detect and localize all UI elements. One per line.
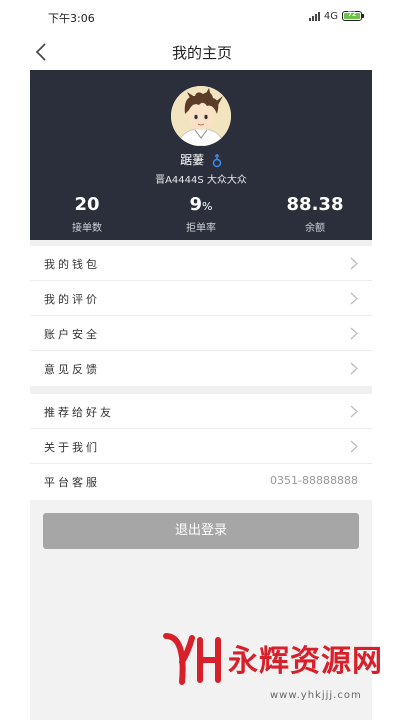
menu-item-about[interactable]: 关于我们: [30, 429, 372, 464]
watermark-logo: [163, 633, 221, 685]
menu-item-customer-service[interactable]: 平台客服 0351-88888888: [30, 464, 372, 499]
menu-item-feedback[interactable]: 意见反馈: [30, 351, 372, 386]
stats-row: 20 接单数 9% 拒单率 88.38 余额: [30, 194, 372, 234]
status-bar: 下午3:06 4G 72: [0, 0, 404, 34]
stat-value: 9%: [189, 194, 213, 215]
section-divider: [30, 386, 372, 394]
menu-item-label: 意见反馈: [44, 363, 100, 376]
menu-item-recommend[interactable]: 推荐给好友: [30, 394, 372, 429]
menu-item-label: 我的钱包: [44, 258, 100, 271]
nav-bar: 我的主页: [0, 34, 404, 70]
stat-balance[interactable]: 88.38 余额: [265, 194, 365, 234]
page-title: 我的主页: [171, 44, 232, 62]
network-type: 4G: [323, 10, 338, 22]
stat-reject-rate: 9% 拒单率: [151, 194, 251, 234]
stat-value: 20: [74, 194, 100, 215]
chevron-right-icon: [350, 362, 358, 375]
menu-item-security[interactable]: 账户安全: [30, 316, 372, 351]
avatar[interactable]: [171, 86, 231, 146]
menu-item-label: 平台客服: [44, 476, 100, 489]
menu-item-label: 我的评价: [44, 293, 100, 306]
avatar-illustration: [171, 86, 231, 146]
male-gender-icon: [212, 153, 222, 167]
signal-icon: [308, 11, 320, 21]
chevron-right-icon: [350, 292, 358, 305]
watermark-name: 永辉资源网: [228, 644, 383, 679]
battery-icon: 72: [342, 11, 364, 21]
battery-fill: 72: [344, 11, 360, 19]
logout-button[interactable]: 退出登录: [43, 513, 359, 549]
battery-level: 72: [347, 11, 357, 18]
chevron-right-icon: [350, 440, 358, 453]
stat-value: 88.38: [286, 194, 344, 215]
user-name-row: 踞萋: [30, 151, 372, 168]
watermark: 永辉资源网 www.yhkjjj.com: [162, 632, 382, 706]
chevron-right-icon: [350, 405, 358, 418]
watermark-url: www.yhkjjj.com: [270, 690, 362, 701]
menu-item-wallet[interactable]: 我的钱包: [30, 246, 372, 281]
chevron-right-icon: [350, 257, 358, 270]
menu-group-other: 推荐给好友 关于我们 平台客服 0351-88888888: [30, 394, 372, 499]
status-time: 下午3:06: [48, 12, 95, 25]
car-info: 晋A4444S 大众大众: [155, 175, 247, 186]
menu-item-label: 推荐给好友: [44, 406, 114, 419]
menu-item-label: 关于我们: [44, 441, 100, 454]
menu-group-account: 我的钱包 我的评价 账户安全 意见反馈: [30, 246, 372, 386]
stat-label: 接单数: [72, 223, 102, 234]
user-name: 踞萋: [180, 153, 205, 167]
profile-header: 踞萋 晋A4444S 大众大众 20 接单数 9% 拒单率 88.38 余额: [30, 70, 372, 240]
stat-label: 拒单率: [186, 223, 216, 234]
service-phone: 0351-88888888: [270, 474, 358, 487]
menu-item-label: 账户安全: [44, 328, 100, 341]
status-indicators: 4G 72: [308, 9, 364, 23]
stat-orders: 20 接单数: [37, 194, 137, 234]
stat-label: 余额: [305, 223, 325, 234]
chevron-right-icon: [350, 327, 358, 340]
menu-item-reviews[interactable]: 我的评价: [30, 281, 372, 316]
